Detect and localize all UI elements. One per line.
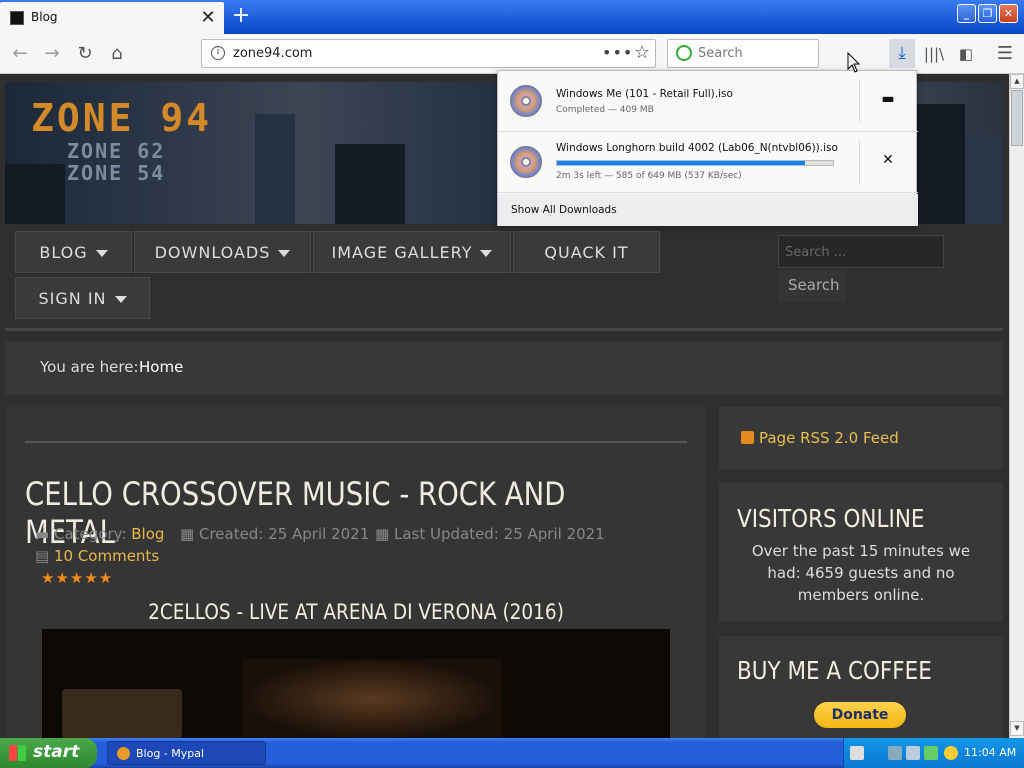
scroll-up-icon[interactable]: ▲ bbox=[1010, 74, 1024, 89]
article: CELLO CROSSOVER MUSIC - ROCK AND METAL ▬… bbox=[5, 407, 707, 738]
tab-title: Blog bbox=[31, 10, 58, 24]
disc-image-icon bbox=[510, 146, 542, 178]
address-bar[interactable]: i zone94.com ••• ☆ bbox=[201, 39, 656, 68]
search-icon[interactable] bbox=[944, 746, 958, 760]
library-icon[interactable]: |||\ bbox=[920, 40, 948, 68]
bookmark-star-icon[interactable]: ☆ bbox=[634, 42, 650, 63]
reload-icon[interactable]: ↻ bbox=[71, 40, 99, 68]
url-text[interactable]: zone94.com bbox=[233, 46, 312, 61]
cancel-icon[interactable]: ✕ bbox=[876, 152, 900, 172]
download-name: Windows Me (101 - Retail Full).iso bbox=[556, 88, 733, 100]
divider bbox=[859, 79, 860, 123]
search-placeholder: Search bbox=[698, 46, 743, 61]
divider bbox=[25, 441, 687, 443]
browser-icon bbox=[117, 747, 130, 760]
security-icon[interactable] bbox=[924, 746, 938, 760]
tab-strip: Blog ✕ + _ ❐ ✕ bbox=[0, 0, 1024, 34]
chevron-down-icon bbox=[480, 250, 493, 257]
site-search-button[interactable]: Search bbox=[778, 270, 846, 302]
menu-item-quack-it[interactable]: QUACK IT bbox=[513, 231, 660, 273]
folder-icon: ▬ bbox=[35, 525, 50, 543]
disc-image-icon bbox=[510, 85, 542, 117]
clock[interactable]: 11:04 AM bbox=[964, 746, 1016, 759]
site-logo: ZONE 94 bbox=[31, 96, 213, 140]
display-icon[interactable] bbox=[906, 746, 920, 760]
maximize-button[interactable]: ❐ bbox=[978, 4, 997, 23]
back-icon[interactable]: ← bbox=[6, 40, 34, 68]
rss-link[interactable]: Page RSS 2.0 Feed bbox=[741, 429, 899, 447]
article-updated: ▦ Last Updated: 25 April 2021 bbox=[375, 525, 605, 543]
browser-search-input[interactable]: Search bbox=[667, 39, 819, 68]
downloads-icon[interactable]: ⤓ bbox=[889, 39, 915, 68]
keyboard-icon[interactable] bbox=[850, 746, 864, 760]
network-icon[interactable] bbox=[888, 746, 902, 760]
chevron-down-icon bbox=[278, 250, 291, 257]
home-icon[interactable]: ⌂ bbox=[103, 40, 131, 68]
calendar-icon: ▦ bbox=[375, 525, 390, 543]
site-info-icon[interactable]: i bbox=[211, 46, 225, 60]
show-all-downloads-button[interactable]: Show All Downloads bbox=[498, 194, 918, 226]
tab-close-icon[interactable]: ✕ bbox=[198, 7, 218, 28]
menu-item-image-gallery[interactable]: IMAGE GALLERY bbox=[313, 231, 511, 273]
start-button[interactable]: start bbox=[0, 738, 97, 768]
page-actions-icon[interactable]: ••• bbox=[602, 43, 633, 62]
tab-blog[interactable]: Blog ✕ bbox=[0, 2, 224, 34]
download-status: 2m 3s left — 585 of 649 MB (537 KB/sec) bbox=[556, 171, 742, 181]
breadcrumb-label: You are here: bbox=[40, 358, 139, 376]
coffee-widget: BUY ME A COFFEE Donate bbox=[719, 636, 1003, 738]
download-progress-bar bbox=[556, 160, 834, 166]
search-engine-icon bbox=[676, 45, 692, 61]
divider bbox=[5, 328, 1003, 331]
downloads-panel: Windows Me (101 - Retail Full).iso Compl… bbox=[497, 70, 918, 226]
menu-item-downloads[interactable]: DOWNLOADS bbox=[134, 231, 311, 273]
visitors-text: Over the past 15 minutes we had: 4659 gu… bbox=[751, 542, 971, 604]
category-link[interactable]: Blog bbox=[131, 525, 164, 543]
close-window-button[interactable]: ✕ bbox=[999, 4, 1018, 23]
download-item[interactable]: Windows Longhorn build 4002 (Lab06_N(ntv… bbox=[498, 132, 918, 193]
article-category: ▬ Category: Blog bbox=[35, 525, 165, 543]
download-name: Windows Longhorn build 4002 (Lab06_N(ntv… bbox=[556, 142, 838, 154]
sidebar-icon[interactable]: ◧ bbox=[952, 40, 980, 68]
site-search-input[interactable]: Search ... bbox=[778, 235, 944, 268]
taskbar: start Blog - Mypal 11:04 AM bbox=[0, 738, 1024, 768]
system-tray: 11:04 AM bbox=[843, 738, 1024, 768]
video-title: 2CELLOS - LIVE AT ARENA DI VERONA (2016) bbox=[148, 600, 564, 624]
donate-button[interactable]: Donate bbox=[814, 702, 906, 728]
calendar-icon: ▦ bbox=[180, 525, 195, 543]
menu-item-sign-in[interactable]: SIGN IN bbox=[15, 277, 150, 319]
windows-logo-icon bbox=[9, 745, 26, 761]
scroll-down-icon[interactable]: ▼ bbox=[1010, 721, 1024, 736]
page-scrollbar[interactable]: ▲ ▼ bbox=[1009, 74, 1024, 738]
chevron-down-icon bbox=[95, 250, 108, 257]
menu-item-blog[interactable]: BLOG bbox=[15, 231, 132, 273]
download-status: Completed — 409 MB bbox=[556, 105, 654, 115]
menu-icon[interactable]: ☰ bbox=[991, 40, 1019, 68]
visitors-title: VISITORS ONLINE bbox=[737, 504, 925, 533]
visitors-widget: VISITORS ONLINE Over the past 15 minutes… bbox=[719, 482, 1003, 622]
breadcrumb-home[interactable]: Home bbox=[139, 358, 183, 376]
coffee-title: BUY ME A COFFEE bbox=[737, 656, 932, 685]
video-player[interactable] bbox=[42, 629, 670, 738]
comment-icon: ▤ bbox=[35, 547, 50, 565]
chevron-down-icon bbox=[114, 296, 127, 303]
divider bbox=[859, 140, 860, 184]
rss-widget: Page RSS 2.0 Feed bbox=[719, 407, 1003, 469]
taskbar-item-blog[interactable]: Blog - Mypal bbox=[107, 741, 266, 765]
navigation-toolbar: ← → ↻ ⌂ i zone94.com ••• ☆ Search ⤓ |||\… bbox=[0, 34, 1024, 74]
folder-icon[interactable]: ▬ bbox=[876, 91, 900, 111]
scroll-thumb[interactable] bbox=[1011, 90, 1023, 146]
rss-icon bbox=[741, 431, 754, 444]
article-created: ▦ Created: 25 April 2021 bbox=[180, 525, 370, 543]
breadcrumb: You are here: Home bbox=[5, 342, 1003, 395]
star-rating[interactable]: ★★★★★ bbox=[41, 569, 113, 587]
site-logo-sub: ZONE 62 ZONE 54 bbox=[67, 139, 166, 185]
forward-icon[interactable]: → bbox=[38, 40, 66, 68]
download-item[interactable]: Windows Me (101 - Retail Full).iso Compl… bbox=[498, 71, 918, 132]
new-tab-button[interactable]: + bbox=[228, 3, 254, 29]
article-comments[interactable]: ▤ 10 Comments bbox=[35, 547, 159, 565]
minimize-button[interactable]: _ bbox=[957, 4, 976, 23]
mouse-cursor-icon bbox=[847, 52, 861, 73]
download-progress-fill bbox=[557, 161, 806, 165]
site-favicon bbox=[10, 11, 24, 25]
